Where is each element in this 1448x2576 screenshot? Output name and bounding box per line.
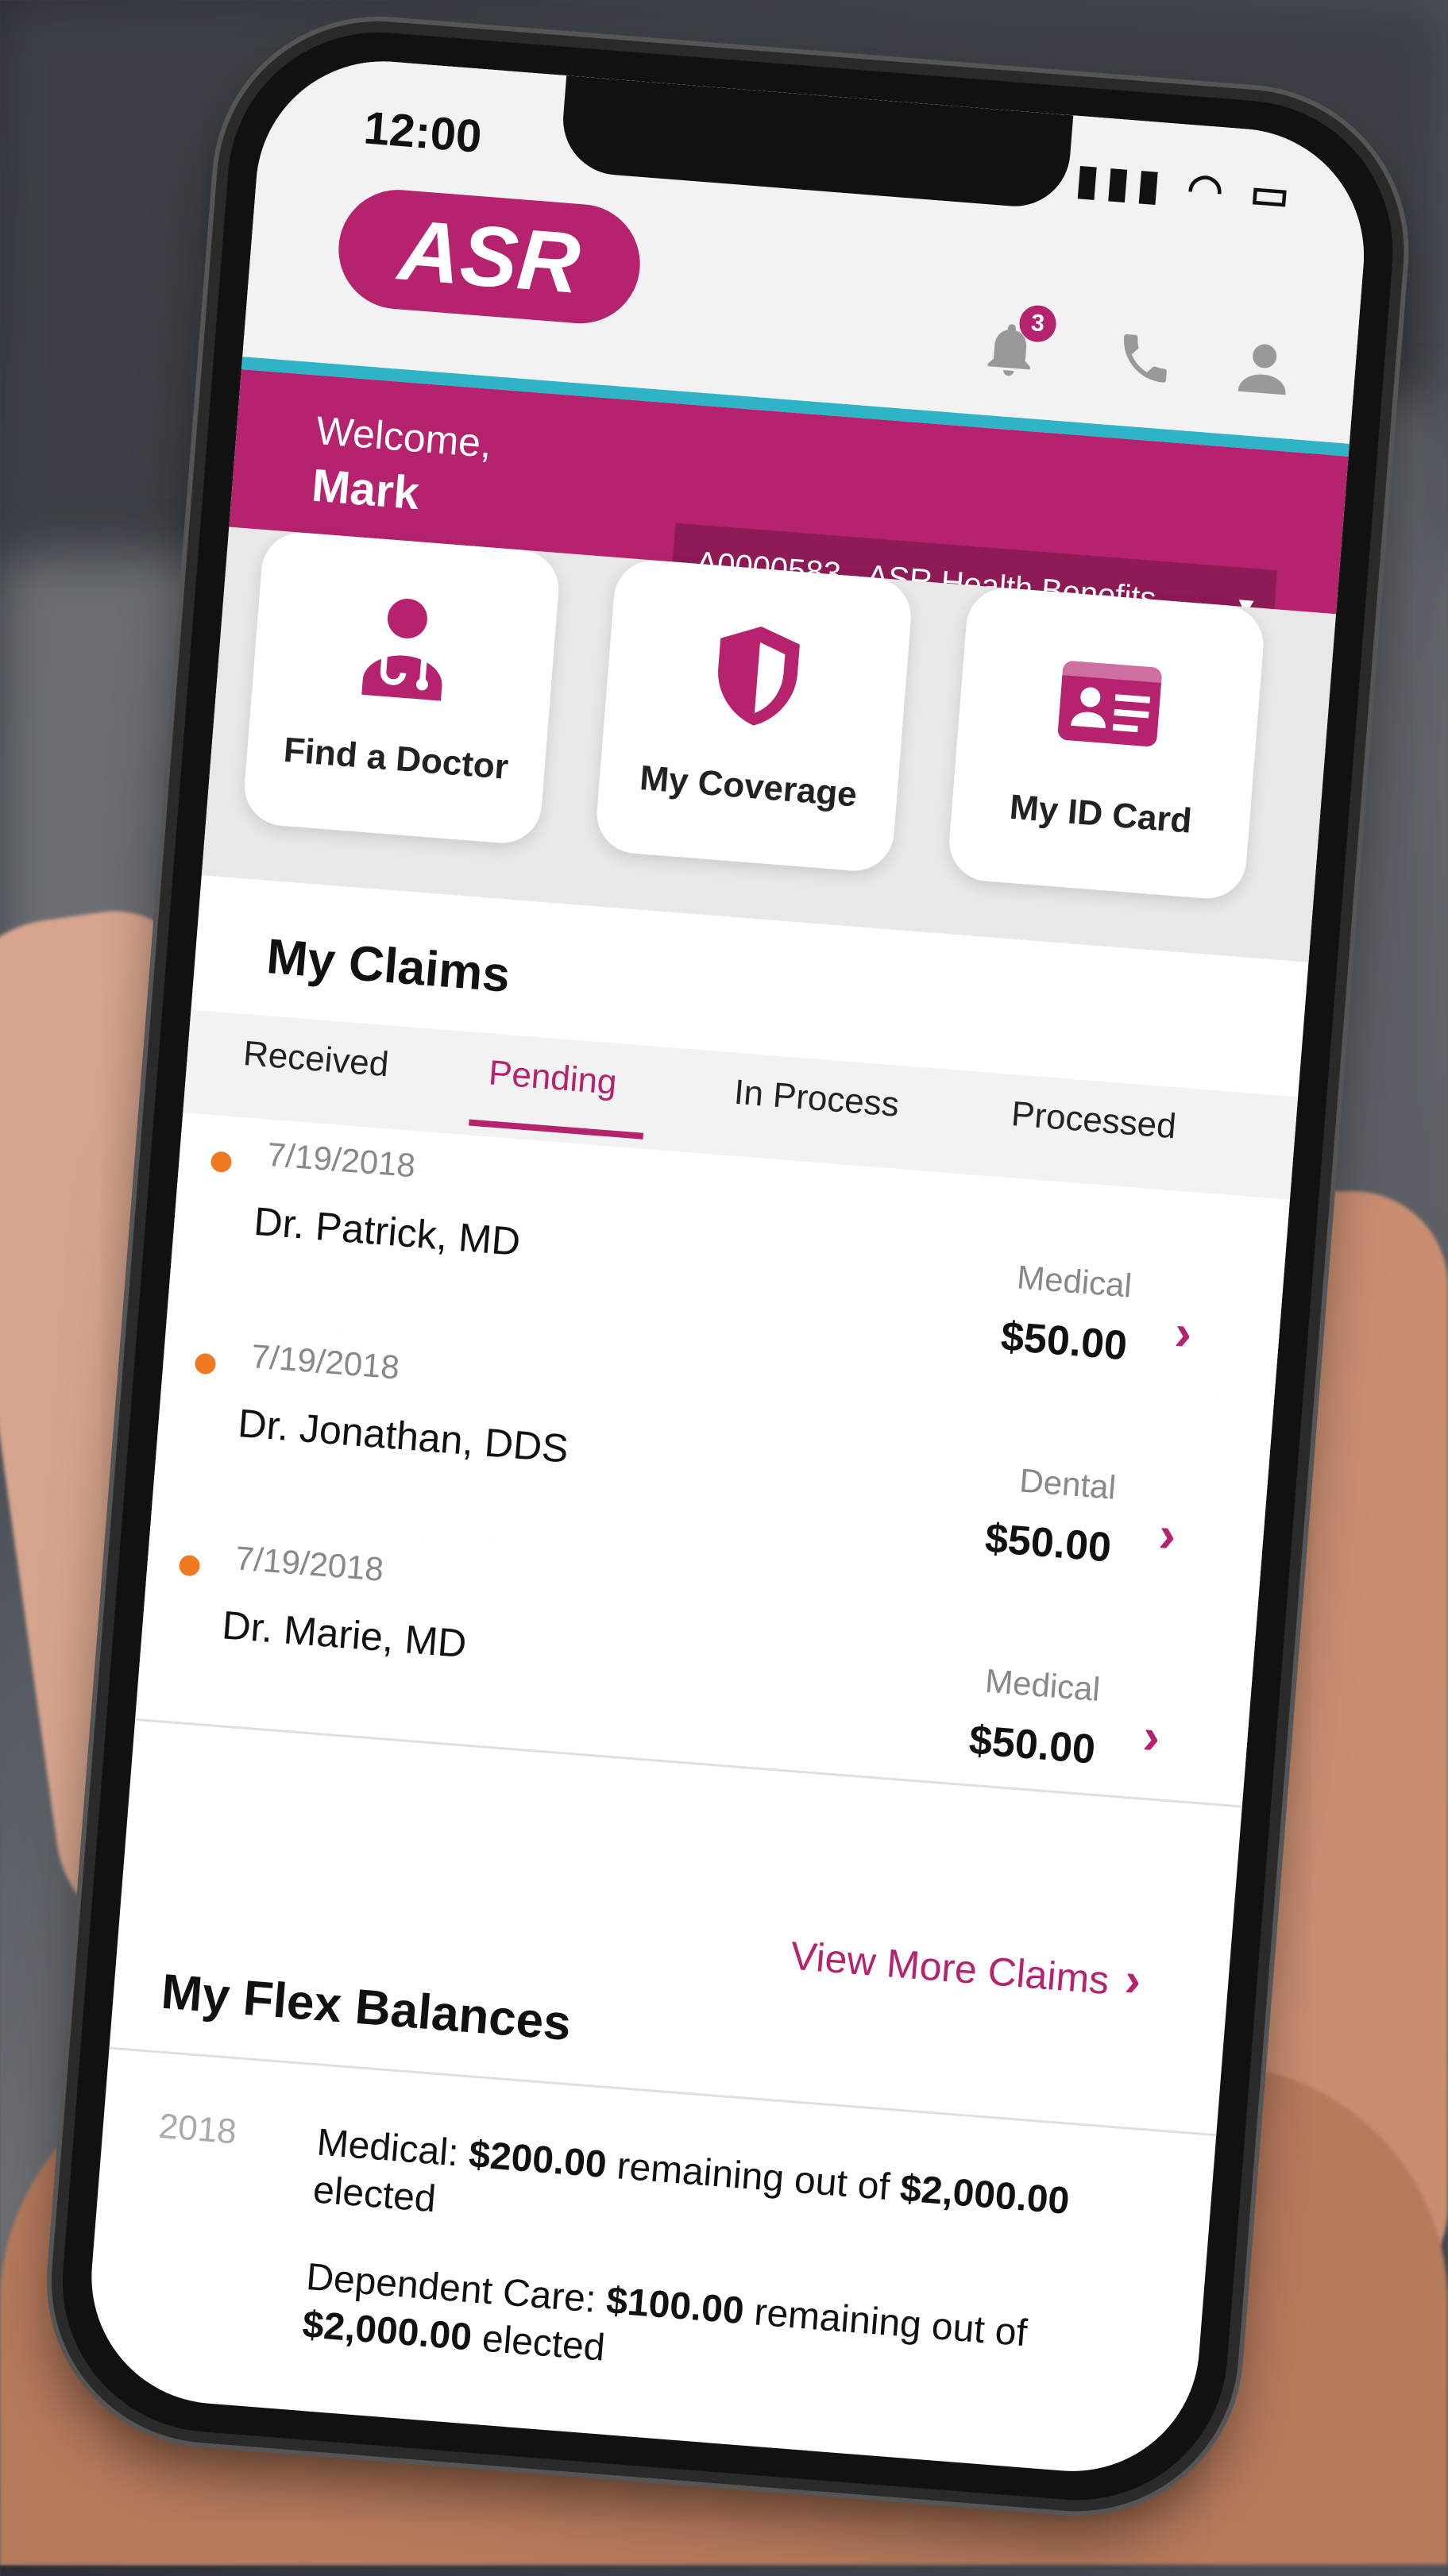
view-more-label: View More Claims (789, 1933, 1111, 2003)
claim-amount: $50.00 (967, 1717, 1098, 1773)
my-flex-balances-heading: My Flex Balances (159, 1964, 573, 2051)
tab-received[interactable]: Received (241, 1034, 390, 1085)
my-id-card-tile[interactable]: My ID Card (946, 584, 1267, 902)
phone-mockup: 12:00 ▮▮▮ ◠ ▭ ASR 3 Welcome, Mark A00005… (0, 0, 1448, 2576)
id-card-icon (956, 633, 1263, 775)
flex-text: elected (469, 2316, 607, 2370)
view-more-claims-link[interactable]: View More Claims › (789, 1926, 1143, 2007)
claim-type: Medical (1015, 1258, 1133, 1305)
active-tab-indicator (469, 1119, 644, 1140)
chevron-right-icon[interactable]: › (1156, 1504, 1178, 1564)
signal-icon: ▮▮▮ (1074, 156, 1170, 210)
tile-label: My ID Card (1008, 787, 1194, 841)
claim-type: Dental (1017, 1461, 1118, 1506)
asr-logo[interactable]: ASR (334, 185, 645, 328)
tile-label: My Coverage (638, 758, 859, 815)
flex-elected: $2,000.00 (300, 2303, 473, 2359)
status-time: 12:00 (361, 102, 484, 163)
flex-remaining: $200.00 (467, 2133, 608, 2187)
tab-pending[interactable]: Pending (487, 1053, 618, 1103)
tab-processed[interactable]: Processed (1010, 1094, 1177, 1147)
claim-provider: Dr. Jonathan, DDS (236, 1400, 570, 1471)
chevron-right-icon[interactable]: › (1172, 1302, 1194, 1362)
claim-type: Medical (983, 1661, 1102, 1708)
claim-date: 7/19/2018 (265, 1135, 417, 1185)
flex-elected: $2,000.00 (898, 2167, 1072, 2223)
flex-label: Medical: (315, 2121, 471, 2176)
claim-provider: Dr. Patrick, MD (252, 1198, 523, 1264)
doctor-icon (252, 577, 558, 719)
my-claims-heading: My Claims (265, 929, 512, 1003)
pending-status-dot (210, 1151, 233, 1174)
flex-year: 2018 (157, 2106, 238, 2152)
user-icon[interactable] (1225, 335, 1302, 412)
pending-status-dot (178, 1554, 201, 1577)
system-status-icons: ▮▮▮ ◠ ▭ (1074, 156, 1299, 221)
flex-remaining: $100.00 (604, 2279, 746, 2333)
flex-text: remaining out of (604, 2144, 902, 2210)
claim-provider: Dr. Marie, MD (220, 1602, 469, 1667)
pending-status-dot (194, 1352, 217, 1375)
chevron-right-icon: › (1122, 1952, 1143, 2007)
tile-label: Find a Doctor (282, 730, 510, 787)
flex-balance-dependent-care: Dependent Care: $100.00 remaining out of… (301, 2254, 1140, 2414)
tab-in-process[interactable]: In Process (732, 1073, 901, 1125)
claim-date: 7/19/2018 (234, 1539, 385, 1588)
phone-icon[interactable] (1106, 326, 1183, 403)
bell-icon[interactable]: 3 (971, 303, 1058, 392)
my-coverage-tile[interactable]: My Coverage (593, 557, 914, 874)
flex-text: elected (311, 2169, 438, 2221)
welcome-label: Welcome, (315, 407, 494, 467)
divider (109, 2046, 1217, 2137)
battery-icon: ▭ (1248, 170, 1299, 220)
wifi-icon: ◠ (1185, 164, 1234, 215)
claim-date: 7/19/2018 (249, 1337, 401, 1386)
claim-amount: $50.00 (983, 1515, 1114, 1571)
flex-text: remaining out of (742, 2290, 1029, 2355)
find-a-doctor-tile[interactable]: Find a Doctor (241, 530, 562, 846)
claim-amount: $50.00 (999, 1313, 1129, 1370)
shield-icon (604, 605, 910, 747)
app-screen: 12:00 ▮▮▮ ◠ ▭ ASR 3 Welcome, Mark A00005… (82, 52, 1374, 2481)
chevron-right-icon[interactable]: › (1141, 1706, 1162, 1766)
phone-frame: 12:00 ▮▮▮ ◠ ▭ ASR 3 Welcome, Mark A00005… (51, 21, 1404, 2512)
flex-balance-medical: Medical: $200.00 remaining out of $2,000… (311, 2119, 1150, 2280)
user-name: Mark (310, 459, 422, 520)
